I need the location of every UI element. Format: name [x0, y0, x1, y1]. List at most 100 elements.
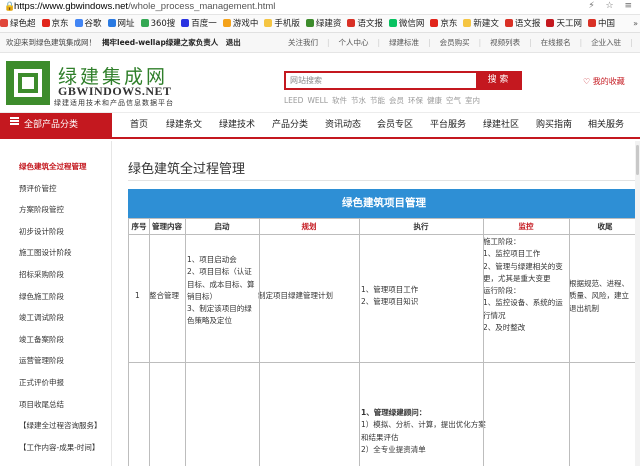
nav-item[interactable]: 绿建技术: [219, 113, 255, 138]
nav-item[interactable]: 相关服务: [588, 113, 624, 138]
cell-line: 行情况: [483, 310, 506, 320]
sidebar-item[interactable]: 绿色施工阶段: [19, 291, 64, 302]
sidebar-item[interactable]: 预评价管控: [19, 183, 57, 194]
hot-keyword[interactable]: LEED: [284, 96, 303, 105]
sidebar-item[interactable]: 【工作内容-成果-时间】: [19, 442, 99, 453]
nav-item[interactable]: 首页: [130, 113, 148, 138]
table-row-divider: [129, 234, 640, 235]
top-link[interactable]: 企业入驻: [591, 38, 621, 47]
site-header: 绿建集成网 GBWINDOWS.NET 绿建适用技术和产品信息数据平台 搜 索 …: [0, 53, 640, 111]
cell-line: 2）全专业提资清单: [361, 444, 426, 454]
hot-keyword[interactable]: 空气: [446, 96, 461, 105]
hot-keyword[interactable]: 节水: [351, 96, 366, 105]
bookmark-item[interactable]: 游戏中: [222, 15, 259, 32]
bookmark-item[interactable]: 绿色超: [0, 15, 36, 32]
bookmark-label: 中国: [597, 19, 615, 29]
table-column-divider: [185, 218, 186, 466]
sidebar-item[interactable]: 运营管理阶段: [19, 355, 64, 366]
bookmark-item[interactable]: 谷歌: [74, 15, 102, 32]
bookmark-label: 京东: [440, 19, 458, 29]
browser-toolbar-icons[interactable]: ⚡ ☆ ≡: [588, 1, 636, 11]
nav-item[interactable]: 平台服务: [430, 113, 466, 138]
bookmark-label: 游戏中: [232, 19, 259, 29]
search-input[interactable]: [286, 73, 476, 88]
cell-line: 3、制定该项目的绿: [187, 304, 252, 314]
nav-item[interactable]: 资讯动态: [325, 113, 361, 138]
user-notice[interactable]: 揭牢leed-wellap绿建之家负责人 退出: [102, 38, 241, 47]
bookmark-item[interactable]: 中国: [587, 15, 615, 32]
hot-keyword[interactable]: WELL: [307, 96, 328, 105]
col-header-close: 收尾: [597, 222, 613, 231]
cell-line: 1、监控项目工作: [483, 249, 541, 259]
link-separator: |: [630, 38, 633, 47]
sidebar-item[interactable]: 绿色建筑全过程管理: [19, 161, 87, 172]
bookmark-item[interactable]: 语文报: [347, 15, 383, 32]
bookmark-item[interactable]: 360搜: [140, 15, 176, 32]
menu-icon: [10, 116, 19, 127]
sidebar-item[interactable]: 施工图设计阶段: [19, 247, 72, 258]
bookmark-item[interactable]: 百度一: [181, 15, 217, 32]
nav-item[interactable]: 绿建条文: [166, 113, 202, 138]
top-link[interactable]: 绿建标准: [389, 38, 419, 47]
top-link[interactable]: 关注我们: [288, 38, 318, 47]
bookmark-favicon-icon: [587, 19, 596, 27]
url-text[interactable]: https://www.gbwindows.net/whole_process_…: [14, 1, 275, 12]
hot-keyword[interactable]: 会员: [389, 96, 404, 105]
bookmark-label: 京东: [51, 19, 69, 29]
sidebar-item[interactable]: 招标采购阶段: [19, 269, 64, 280]
bookmark-item[interactable]: 手机版: [264, 15, 300, 32]
top-link[interactable]: 视频列表: [490, 38, 520, 47]
bookmark-favicon-icon: [181, 19, 190, 27]
scrollbar-thumb[interactable]: [636, 145, 639, 175]
bookmark-item[interactable]: 网址: [107, 15, 135, 32]
bookmark-item[interactable]: 微信网: [388, 15, 424, 32]
more-bookmarks-button[interactable]: »: [630, 15, 638, 32]
nav-item[interactable]: 会员专区: [377, 113, 413, 138]
search-button[interactable]: 搜 索: [476, 73, 520, 88]
hot-keyword[interactable]: 软件: [332, 96, 347, 105]
my-favorites-link[interactable]: ♡ 我的收藏: [583, 76, 625, 87]
bookmark-item[interactable]: 绿建资: [305, 15, 341, 32]
sidebar-item[interactable]: 竣工备案阶段: [19, 334, 64, 345]
bookmark-item[interactable]: 京东: [430, 15, 458, 32]
address-bar[interactable]: 🔒 https://www.gbwindows.net/whole_proces…: [0, 0, 640, 15]
link-separator: |: [529, 38, 532, 47]
cell-line: 1、项目启动会: [187, 255, 237, 264]
row1-content: 整合管理: [149, 291, 179, 300]
hot-keyword[interactable]: 节能: [370, 96, 385, 105]
hot-keyword[interactable]: 健康: [427, 96, 442, 105]
nav-item[interactable]: 产品分类: [272, 113, 308, 138]
nav-item[interactable]: 购买指南: [536, 113, 572, 138]
col-header-content: 管理内容: [152, 222, 182, 231]
search-box: 搜 索: [284, 71, 522, 90]
sidebar-item[interactable]: 正式评价申报: [19, 377, 64, 388]
link-separator: |: [428, 38, 431, 47]
top-link[interactable]: 会员购买: [440, 38, 470, 47]
page-scrollbar[interactable]: [635, 141, 640, 466]
bookmark-item[interactable]: 天工网: [546, 15, 582, 32]
hot-keyword[interactable]: 室内: [465, 96, 480, 105]
cell-line: 2、管理项目知识: [361, 297, 419, 307]
sidebar-item[interactable]: 项目收尾总结: [19, 399, 64, 410]
bookmark-label: 360搜: [150, 19, 176, 29]
bookmarks-bar: 绿色超 京东 谷歌 网址 360搜 百度一 游戏中 手机版 绿建资 语文报 微信网 京东 新建文 语文报 天…: [0, 15, 640, 33]
bookmark-favicon-icon: [388, 19, 397, 27]
top-link[interactable]: 个人中心: [339, 38, 369, 47]
nav-item[interactable]: 绿建社区: [483, 113, 519, 138]
top-link[interactable]: 在线报名: [541, 38, 571, 47]
hot-keyword[interactable]: 环保: [408, 96, 423, 105]
bookmark-favicon-icon: [140, 19, 149, 27]
bookmark-label: 网址: [117, 19, 135, 29]
sidebar-item[interactable]: 方案阶段管控: [19, 204, 64, 215]
sidebar-item[interactable]: 初步设计阶段: [19, 226, 64, 237]
hot-keywords: LEED WELL 软件 节水 节能 会员 环保 健康 空气 室内: [284, 95, 484, 106]
bookmark-item[interactable]: 语文报: [504, 15, 540, 32]
sidebar-item[interactable]: 竣工调试阶段: [19, 312, 64, 323]
logo-icon[interactable]: [6, 61, 50, 105]
bookmark-item[interactable]: 京东: [41, 15, 69, 32]
bookmark-item[interactable]: 新建文: [463, 15, 499, 32]
col-header-monitor: 监控: [518, 222, 534, 231]
sidebar-item[interactable]: 【绿建全过程咨询服务】: [19, 420, 102, 431]
table-column-divider: [359, 218, 360, 466]
all-categories-button[interactable]: 全部产品分类: [0, 113, 112, 138]
